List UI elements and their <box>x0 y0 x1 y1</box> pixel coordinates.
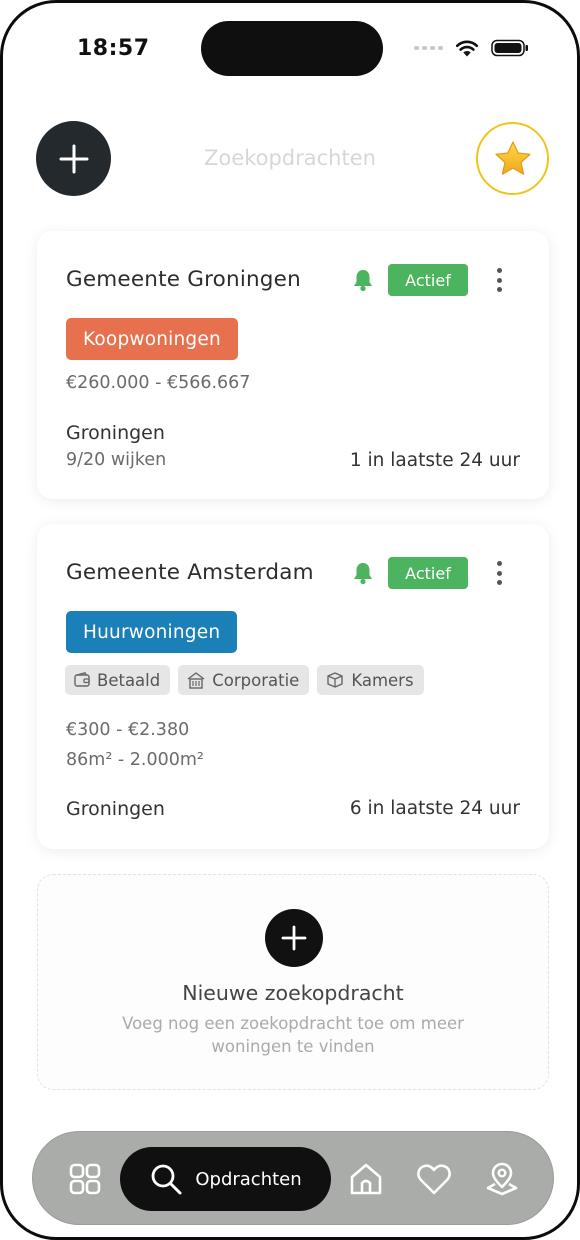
bottom-nav: Opdrachten <box>32 1131 554 1225</box>
nav-favorites[interactable] <box>409 1132 459 1226</box>
star-icon <box>494 140 531 175</box>
districts-count: 9/20 wijken <box>66 450 167 470</box>
price-range: €300 - €2.380 <box>66 720 190 740</box>
search-card-amsterdam[interactable]: Gemeente Amsterdam Actief Huurwoningen B… <box>37 524 549 849</box>
nav-opdrachten-label: Opdrachten <box>195 1168 302 1190</box>
map-pin-icon <box>486 1162 518 1196</box>
status-icons <box>414 39 529 57</box>
tag-label: Kamers <box>351 670 414 690</box>
wallet-icon <box>74 671 90 687</box>
status-badge: Actief <box>388 264 468 296</box>
box-icon <box>327 672 344 688</box>
price-range: €260.000 - €566.667 <box>66 373 251 393</box>
tag-corporatie: Corporatie <box>178 665 310 695</box>
dynamic-island <box>201 21 383 76</box>
phone-screen: 18:57 Zoekopdrachten Gemeente Groningen … <box>0 0 580 1240</box>
bell-icon[interactable] <box>352 268 374 292</box>
new-search-subtitle: Voeg nog een zoekopdracht toe om meer wo… <box>122 1014 464 1056</box>
new-results-count: 1 in laatste 24 uur <box>349 450 520 471</box>
tag-label: Betaald <box>97 670 161 690</box>
search-title: Gemeente Groningen <box>66 267 301 292</box>
search-icon <box>151 1164 182 1195</box>
bell-icon[interactable] <box>352 561 374 585</box>
search-title: Gemeente Amsterdam <box>66 560 314 585</box>
location: Groningen <box>66 798 165 820</box>
grid-icon <box>69 1163 101 1195</box>
signal-icon <box>414 46 443 50</box>
nav-opdrachten[interactable]: Opdrachten <box>120 1147 331 1211</box>
nav-overview[interactable] <box>57 1132 113 1226</box>
new-search-card[interactable]: Nieuwe zoekopdracht Voeg nog een zoekopd… <box>37 874 549 1090</box>
nav-map[interactable] <box>477 1132 527 1226</box>
location: Groningen <box>66 422 165 444</box>
add-new-search-button[interactable] <box>265 909 323 967</box>
type-pill-huur: Huurwoningen <box>66 611 238 653</box>
nav-home[interactable] <box>341 1132 391 1226</box>
status-time: 18:57 <box>77 36 150 61</box>
heart-icon <box>417 1164 451 1195</box>
home-icon <box>350 1163 382 1195</box>
new-search-title: Nieuwe zoekopdracht <box>182 981 404 1005</box>
tag-betaald: Betaald <box>65 665 171 695</box>
status-badge: Actief <box>388 557 468 589</box>
type-pill-koop: Koopwoningen <box>66 318 238 360</box>
favorites-button[interactable] <box>476 122 549 195</box>
tag-kamers: Kamers <box>317 665 424 695</box>
area-range: 86m² - 2.000m² <box>66 750 204 770</box>
plus-icon <box>281 925 307 951</box>
more-options-icon[interactable] <box>488 559 510 587</box>
building-icon <box>187 672 205 689</box>
more-options-icon[interactable] <box>488 266 510 294</box>
new-results-count: 6 in laatste 24 uur <box>349 798 520 819</box>
wifi-icon <box>455 40 479 57</box>
search-card-groningen[interactable]: Gemeente Groningen Actief Koopwoningen €… <box>37 231 549 499</box>
tag-label: Corporatie <box>212 670 300 690</box>
battery-icon <box>491 39 528 57</box>
filter-tags: Betaald Corporatie Kamers <box>65 665 424 695</box>
